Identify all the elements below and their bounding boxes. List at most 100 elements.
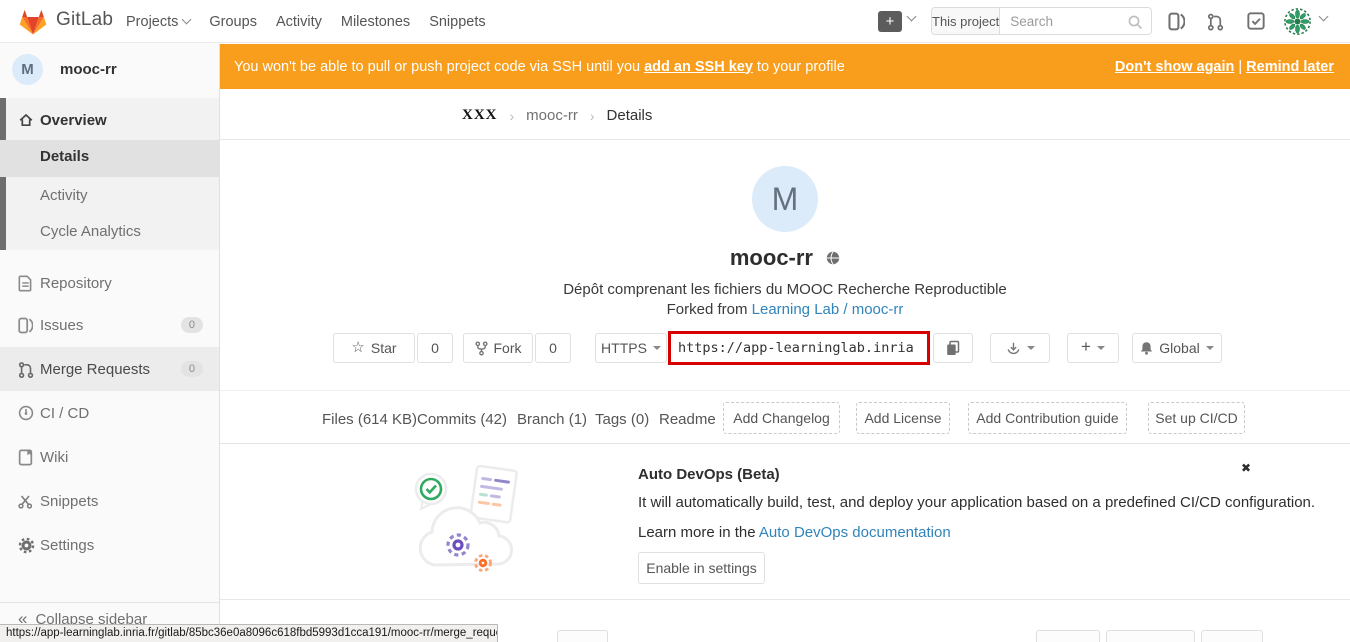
enable-in-settings-button[interactable]: Enable in settings: [638, 552, 765, 584]
search-bar: This project: [931, 7, 1152, 35]
merge-requests-icon[interactable]: [1207, 12, 1224, 31]
star-icon: ☆: [351, 338, 364, 356]
fork-count[interactable]: 0: [535, 333, 571, 363]
nav-milestones[interactable]: Milestones: [341, 14, 410, 30]
gitlab-logo-text[interactable]: GitLab: [56, 9, 113, 31]
breadcrumb: XXX › mooc-rr › Details: [462, 107, 652, 124]
clone-url-field[interactable]: https://app-learninglab.inria: [668, 331, 930, 365]
dont-show-again-link[interactable]: Don't show again: [1115, 59, 1234, 75]
identicon-pattern: [1283, 7, 1312, 36]
partial-button[interactable]: [1201, 630, 1263, 642]
merge-requests-count-badge: 0: [181, 361, 203, 377]
star-count[interactable]: 0: [417, 333, 453, 363]
nav-projects[interactable]: Projects: [126, 14, 190, 30]
sidebar-project-avatar[interactable]: M: [12, 54, 43, 85]
tabs-bottom-border: [220, 443, 1350, 444]
remind-later-link[interactable]: Remind later: [1246, 59, 1334, 75]
notification-dropdown[interactable]: Global: [1132, 333, 1222, 363]
merge-requests-icon: [18, 361, 34, 378]
sidebar-item-cycle-analytics[interactable]: Cycle Analytics: [0, 213, 219, 250]
auto-devops-learn-more: Learn more in the Auto DevOps documentat…: [638, 524, 951, 541]
fork-icon: [475, 341, 488, 356]
auto-devops-bottom-border: [220, 599, 1350, 600]
gitlab-tanuki-logo-icon[interactable]: [17, 7, 49, 37]
sidebar-item-issues[interactable]: Issues 0: [0, 303, 219, 347]
breadcrumb-namespace[interactable]: XXX: [462, 107, 498, 124]
document-icon: [18, 275, 33, 292]
issues-dashboard-icon[interactable]: [1168, 12, 1185, 31]
caret-down-icon: [1027, 346, 1035, 354]
gear-icon: [18, 537, 35, 554]
fork-button[interactable]: Fork: [463, 333, 533, 363]
setup-ci-cd-button[interactable]: Set up CI/CD: [1148, 402, 1245, 434]
sidebar-item-details[interactable]: Details: [0, 136, 219, 177]
search-icon: [1127, 14, 1144, 31]
sidebar-item-wiki[interactable]: Wiki: [0, 435, 219, 479]
protocol-dropdown[interactable]: HTTPS: [595, 333, 667, 363]
chevron-down-icon[interactable]: [907, 12, 917, 22]
search-scope-label[interactable]: This project: [932, 8, 1000, 34]
add-dropdown[interactable]: +: [1067, 333, 1119, 363]
fork-source-link[interactable]: Learning Lab / mooc-rr: [752, 301, 904, 318]
breadcrumb-project[interactable]: mooc-rr: [526, 107, 578, 124]
auto-devops-docs-link[interactable]: Auto DevOps documentation: [759, 524, 951, 541]
tab-readme[interactable]: Readme: [659, 411, 716, 428]
caret-down-icon: [653, 346, 661, 354]
sidebar-project-name[interactable]: mooc-rr: [60, 61, 117, 78]
gitlab-project-page: GitLab Projects Groups Activity Mileston…: [0, 0, 1350, 642]
partial-button[interactable]: [1036, 630, 1100, 642]
project-title: mooc-rr: [730, 245, 813, 270]
close-icon[interactable]: ✖: [1241, 461, 1251, 475]
tab-files[interactable]: Files (614 KB): [322, 411, 417, 428]
user-avatar[interactable]: [1283, 7, 1312, 36]
public-globe-icon: [826, 251, 840, 265]
sidebar-item-repository[interactable]: Repository: [0, 261, 219, 305]
caret-down-icon: [1206, 346, 1214, 354]
tab-branch[interactable]: Branch (1): [517, 411, 587, 428]
chevron-right-icon: ›: [590, 108, 595, 124]
tab-tags[interactable]: Tags (0): [595, 411, 649, 428]
chevron-down-icon: [182, 15, 192, 25]
sidebar-item-settings[interactable]: Settings: [0, 523, 219, 567]
add-contribution-guide-button[interactable]: Add Contribution guide: [968, 402, 1127, 434]
breadcrumb-bar: XXX › mooc-rr › Details: [220, 89, 1350, 140]
sidebar-item-activity[interactable]: Activity: [0, 177, 219, 213]
add-ssh-key-link[interactable]: add an SSH key: [644, 59, 753, 75]
scissors-icon: [18, 494, 33, 509]
nav-groups[interactable]: Groups: [209, 14, 257, 30]
new-menu-button[interactable]: +: [878, 11, 902, 32]
banner-message: You won't be able to pull or push projec…: [234, 59, 845, 75]
home-icon: [18, 112, 34, 128]
auto-devops-title: Auto DevOps (Beta): [638, 466, 780, 483]
nav-snippets[interactable]: Snippets: [429, 14, 485, 30]
book-icon: [18, 449, 33, 466]
partial-button[interactable]: [1106, 630, 1195, 642]
download-dropdown[interactable]: [990, 333, 1050, 363]
add-changelog-button[interactable]: Add Changelog: [723, 402, 840, 434]
sidebar-item-snippets[interactable]: Snippets: [0, 479, 219, 523]
sidebar-item-ci-cd[interactable]: CI / CD: [0, 391, 219, 435]
tab-commits[interactable]: Commits (42): [417, 411, 507, 428]
issues-count-badge: 0: [181, 317, 203, 333]
nav-activity[interactable]: Activity: [276, 14, 322, 30]
project-description: Dépôt comprenant les fichiers du MOOC Re…: [220, 281, 1350, 298]
plus-icon: +: [1081, 337, 1091, 357]
project-sidebar: M mooc-rr Overview Details Activity Cycl…: [0, 43, 220, 642]
star-button[interactable]: ☆ Star: [333, 333, 415, 363]
sidebar-item-merge-requests[interactable]: Merge Requests 0: [0, 347, 219, 391]
browser-status-url: https://app-learninglab.inria.fr/gitlab/…: [0, 624, 498, 642]
clipboard-icon: [945, 340, 961, 356]
partial-button[interactable]: [557, 630, 608, 642]
auto-devops-illustration: [405, 453, 530, 585]
todos-icon[interactable]: [1247, 12, 1265, 30]
copy-url-button[interactable]: [933, 333, 973, 363]
gauge-icon: [18, 405, 34, 421]
chevron-right-icon: ›: [510, 108, 515, 124]
chevron-down-icon[interactable]: [1319, 12, 1329, 22]
forked-from-line: Forked from Learning Lab / mooc-rr: [220, 301, 1350, 318]
add-license-button[interactable]: Add License: [856, 402, 950, 434]
ssh-key-warning-banner: You won't be able to pull or push projec…: [220, 44, 1350, 89]
issues-icon: [18, 317, 33, 334]
sidebar-footer-divider: [0, 602, 219, 603]
project-avatar: M: [752, 166, 818, 232]
